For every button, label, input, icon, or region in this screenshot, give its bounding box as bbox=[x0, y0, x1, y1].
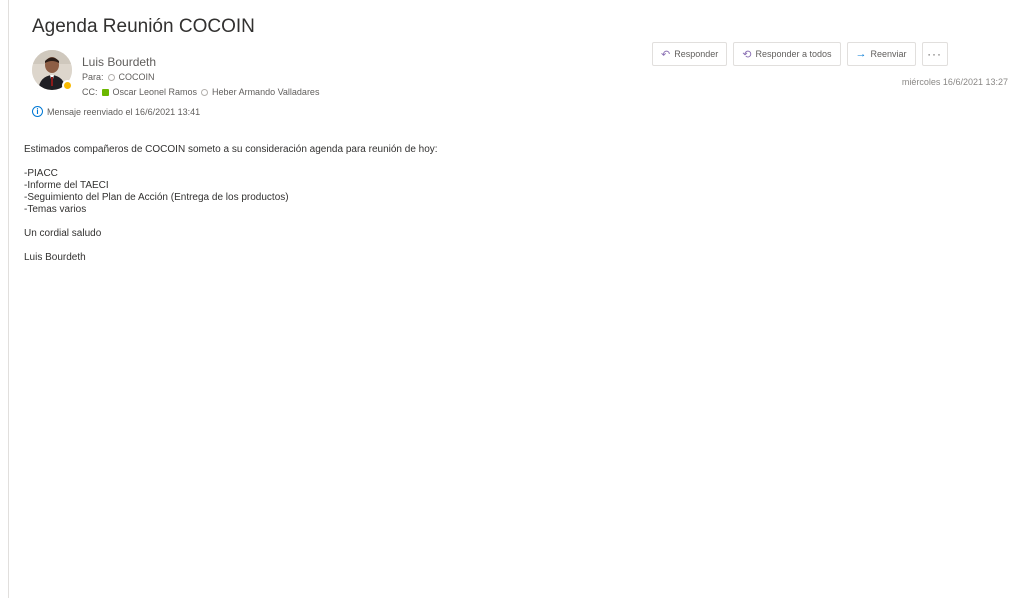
sender-name[interactable]: Luis Bourdeth bbox=[82, 55, 156, 69]
body-signature: Luis Bourdeth bbox=[24, 252, 86, 263]
message-actions: ↶ Responder ⟲ Responder a todos → Reenvi… bbox=[652, 42, 948, 66]
more-actions-button[interactable]: ··· bbox=[921, 42, 948, 66]
body-closing: Un cordial saludo bbox=[24, 228, 102, 239]
agenda-item: -PIACC bbox=[24, 168, 58, 179]
presence-status-icon bbox=[62, 80, 73, 91]
info-icon: i bbox=[32, 106, 43, 117]
agenda-item: -Seguimiento del Plan de Acción (Entrega… bbox=[24, 192, 289, 203]
message-body: Estimados compañeros de COCOIN someto a … bbox=[24, 144, 438, 264]
reply-label: Responder bbox=[674, 49, 719, 59]
message-date: miércoles 16/6/2021 13:27 bbox=[901, 77, 1008, 87]
forward-button[interactable]: → Reenviar bbox=[846, 42, 916, 66]
reply-icon: ↶ bbox=[661, 48, 671, 61]
to-recipient[interactable]: COCOIN bbox=[119, 72, 155, 82]
email-subject: Agenda Reunión COCOIN bbox=[32, 16, 255, 37]
to-line: Para: COCOIN bbox=[82, 72, 155, 82]
recipient-status-icon bbox=[101, 88, 109, 96]
agenda-item: -Informe del TAECI bbox=[24, 180, 109, 191]
to-label: Para: bbox=[82, 72, 104, 82]
forward-icon: → bbox=[855, 48, 867, 60]
forward-label: Reenviar bbox=[870, 49, 907, 59]
cc-recipient[interactable]: Oscar Leonel Ramos bbox=[113, 87, 198, 97]
forwarded-info: i Mensaje reenviado el 16/6/2021 13:41 bbox=[32, 106, 200, 117]
reply-all-icon: ⟲ bbox=[742, 48, 752, 61]
reply-all-button[interactable]: ⟲ Responder a todos bbox=[733, 42, 841, 66]
reply-button[interactable]: ↶ Responder bbox=[652, 42, 728, 66]
forwarded-info-text: Mensaje reenviado el 16/6/2021 13:41 bbox=[47, 106, 201, 117]
cc-recipient[interactable]: Heber Armando Valladares bbox=[212, 87, 319, 97]
recipient-status-icon bbox=[201, 88, 209, 96]
reading-pane-border bbox=[8, 0, 9, 598]
cc-label: CC: bbox=[82, 87, 98, 97]
body-intro: Estimados compañeros de COCOIN someto a … bbox=[24, 144, 438, 155]
recipient-status-icon bbox=[107, 73, 115, 81]
cc-line: CC: Oscar Leonel Ramos Heber Armando Val… bbox=[82, 87, 319, 97]
reply-all-label: Responder a todos bbox=[755, 49, 832, 59]
agenda-item: -Temas varios bbox=[24, 204, 87, 215]
